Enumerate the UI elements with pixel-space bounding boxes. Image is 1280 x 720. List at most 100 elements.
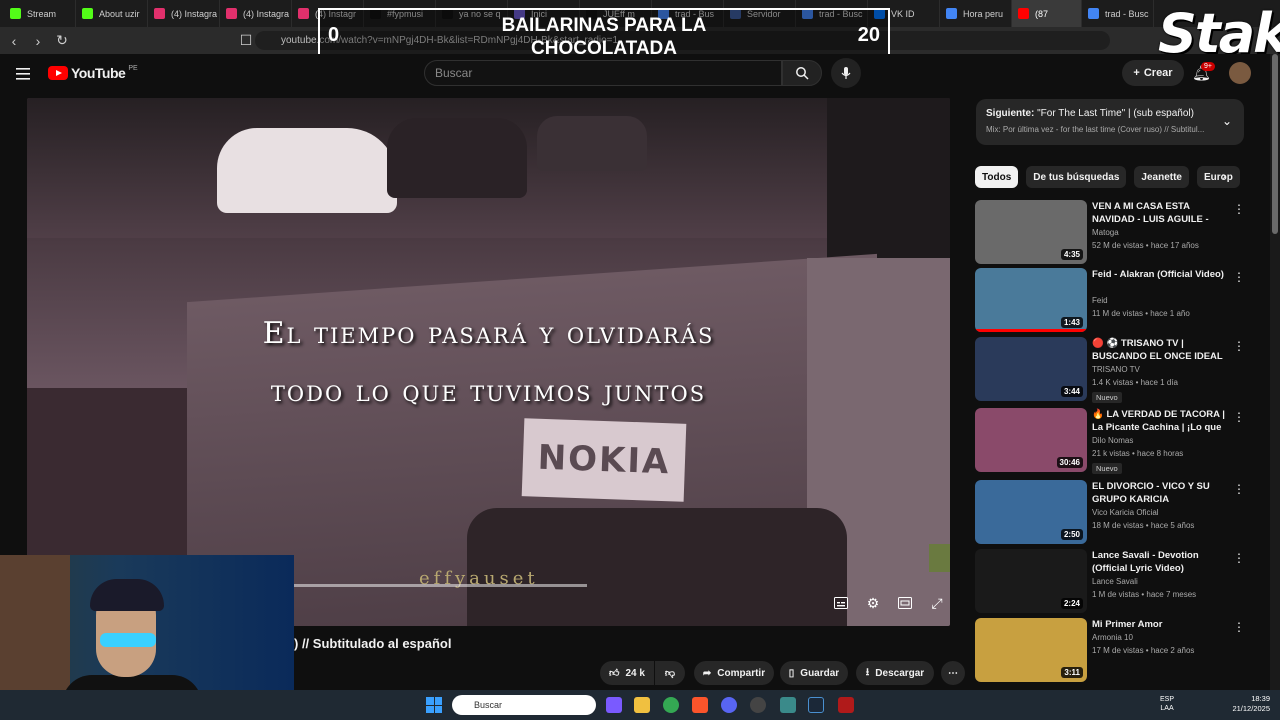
theater-mode-icon[interactable] — [896, 594, 914, 612]
channel-name[interactable]: Lance Savali — [1092, 577, 1138, 586]
recommendation-item[interactable]: 30:46 🔥 LA VERDAD DE TACORA | La Picante … — [975, 408, 1245, 474]
more-actions-button[interactable]: ⋯ — [941, 661, 965, 685]
channel-thumbnail[interactable] — [929, 544, 950, 572]
forward-icon[interactable]: › — [28, 31, 48, 51]
teams-icon[interactable] — [606, 697, 622, 713]
menu-icon[interactable] — [15, 65, 33, 83]
browser-tab[interactable]: (4) Instagra — [148, 0, 220, 27]
up-next-prefix: Siguiente: — [986, 108, 1035, 119]
browser-tab[interactable]: trad - Busc — [1082, 0, 1154, 27]
channel-name[interactable]: Vico Karicia Oficial — [1092, 508, 1159, 517]
browser-tab[interactable]: (4) Instagra — [220, 0, 292, 27]
like-button[interactable]: 👍︎ 24 k — [600, 661, 654, 685]
bookmark-icon[interactable]: ☐ — [236, 31, 256, 51]
video-player[interactable]: NOKIA El tiempo pasará y olvidarás todo … — [27, 98, 950, 626]
taskbar-search-input[interactable]: Buscar — [452, 695, 596, 715]
filter-chip[interactable]: Todos — [975, 166, 1019, 188]
back-icon[interactable]: ‹ — [4, 31, 24, 51]
recommendation-title[interactable]: Mi Primer Amor — [1092, 618, 1230, 631]
video-progress-bar[interactable] — [292, 584, 587, 587]
recommendation-title[interactable]: VEN A MI CASA ESTA NAVIDAD - LUIS AGUILE… — [1092, 200, 1230, 226]
channel-name[interactable]: Dilo Nomas — [1092, 436, 1133, 445]
filter-chip[interactable]: Jeanette — [1134, 166, 1189, 188]
more-options-icon[interactable]: ⋮ — [1233, 482, 1245, 496]
tab-label: (4) Instagra — [171, 8, 218, 19]
up-next-card[interactable]: Siguiente: "For The Last Time" | (sub es… — [976, 99, 1244, 145]
channel-name[interactable]: Matoga — [1092, 228, 1119, 237]
recommendation-item[interactable]: 1:43 Feid - Alakran (Official Video) Feid 1… — [975, 268, 1245, 332]
recommendation-title[interactable]: Feid - Alakran (Official Video) — [1092, 268, 1230, 281]
video-thumbnail[interactable]: 30:46 — [975, 408, 1087, 472]
recommendation-item[interactable]: 2:50 EL DIVORCIO - VICO Y SU GRUPO KARICI… — [975, 480, 1245, 544]
browser-tab[interactable]: (87 — [1012, 0, 1082, 27]
video-thumbnail[interactable]: 2:50 — [975, 480, 1087, 544]
discord-icon[interactable] — [721, 697, 737, 713]
tab-label: Hora peru — [963, 8, 1004, 19]
up-next-video: "For The Last Time" | (sub español) — [1037, 108, 1194, 119]
recommendation-title[interactable]: 🔥 LA VERDAD DE TACORA | La Picante Cachi… — [1092, 408, 1230, 434]
filter-chip[interactable]: Europ — [1196, 166, 1240, 188]
more-options-icon[interactable]: ⋮ — [1233, 551, 1245, 565]
video-meta: 17 M de vistas • hace 2 años — [1092, 646, 1195, 655]
recommendation-item[interactable]: 3:11 Mi Primer Amor Armonia 10 17 M de vist… — [975, 618, 1245, 682]
create-button[interactable]: + Crear — [1122, 60, 1184, 86]
save-button[interactable]: ▯ Guardar — [780, 661, 848, 685]
mic-button[interactable] — [831, 58, 861, 88]
search-button[interactable] — [782, 60, 822, 86]
tab-favicon-icon — [154, 8, 165, 19]
notepad-icon[interactable] — [780, 697, 796, 713]
video-thumbnail[interactable]: 2:24 — [975, 549, 1087, 613]
app-icon[interactable] — [838, 697, 854, 713]
scrollbar-thumb[interactable] — [1272, 54, 1278, 234]
chrome-icon[interactable] — [663, 697, 679, 713]
more-options-icon[interactable]: ⋮ — [1233, 410, 1245, 424]
folder-icon[interactable] — [634, 697, 650, 713]
video-meta: 18 M de vistas • hace 5 años — [1092, 521, 1195, 530]
dislike-button[interactable]: 👎︎ — [655, 661, 685, 685]
more-options-icon[interactable]: ⋮ — [1233, 270, 1245, 284]
more-options-icon[interactable]: ⋮ — [1233, 339, 1245, 353]
search-input[interactable]: Buscar — [424, 60, 782, 86]
recommendation-item[interactable]: 4:35 VEN A MI CASA ESTA NAVIDAD - LUIS AG… — [975, 200, 1245, 264]
channel-name[interactable]: Armonia 10 — [1092, 633, 1133, 642]
tab-favicon-icon — [298, 8, 309, 19]
settings-gear-icon[interactable]: ⚙ — [864, 594, 882, 612]
youtube-logo[interactable]: YouTube PE — [48, 65, 138, 81]
chevron-right-icon[interactable]: › — [1222, 169, 1226, 183]
browser-tab[interactable]: About uzir — [76, 0, 148, 27]
download-button[interactable]: ⭳ Descargar — [856, 661, 934, 685]
tab-favicon-icon — [10, 8, 21, 19]
browser-tab[interactable]: Hora peru — [940, 0, 1012, 27]
more-options-icon[interactable]: ⋮ — [1233, 202, 1245, 216]
reload-icon[interactable]: ↻ — [52, 31, 72, 51]
video-thumbnail[interactable]: 3:44 — [975, 337, 1087, 401]
video-thumbnail[interactable]: 4:35 — [975, 200, 1087, 264]
filter-chip[interactable]: De tus búsquedas — [1026, 166, 1127, 188]
page-scrollbar[interactable] — [1270, 54, 1280, 690]
recommendation-item[interactable]: 2:24 Lance Savali - Devotion (Official Ly… — [975, 549, 1245, 613]
more-options-icon[interactable]: ⋮ — [1233, 620, 1245, 634]
recommendation-title[interactable]: Lance Savali - Devotion (Official Lyric … — [1092, 549, 1230, 575]
channel-name[interactable]: Feid — [1092, 296, 1108, 305]
recommendation-item[interactable]: 3:44 🔴 ⚽ TRISANO TV | BUSCANDO EL ONCE ID… — [975, 337, 1245, 403]
avatar[interactable] — [1229, 62, 1251, 84]
taskbar-clock[interactable]: 18:39 21/12/2025 — [1222, 694, 1270, 714]
tab-label: (4) Instagra — [243, 8, 290, 19]
brave-icon[interactable] — [692, 697, 708, 713]
language-indicator[interactable]: ESP LAA — [1160, 695, 1174, 713]
steam-icon[interactable] — [808, 697, 824, 713]
recommendation-title[interactable]: EL DIVORCIO - VICO Y SU GRUPO KARICIA — [1092, 480, 1230, 506]
fullscreen-icon[interactable]: ⤢ — [928, 594, 946, 612]
notifications-badge: 9+ — [1201, 62, 1215, 71]
channel-name[interactable]: TRISANO TV — [1092, 365, 1140, 374]
obs-icon[interactable] — [750, 697, 766, 713]
browser-tab[interactable]: Stream — [4, 0, 76, 27]
recommendation-title[interactable]: 🔴 ⚽ TRISANO TV | BUSCANDO EL ONCE IDEAL … — [1092, 337, 1230, 363]
share-button[interactable]: ➦ Compartir — [694, 661, 774, 685]
subtitles-icon[interactable] — [832, 594, 850, 612]
video-thumbnail[interactable]: 3:11 — [975, 618, 1087, 682]
video-duration: 3:44 — [1060, 386, 1083, 397]
video-thumbnail[interactable]: 1:43 — [975, 268, 1087, 332]
chevron-down-icon[interactable]: ⌄ — [1222, 114, 1232, 128]
windows-start-icon[interactable] — [426, 697, 442, 713]
